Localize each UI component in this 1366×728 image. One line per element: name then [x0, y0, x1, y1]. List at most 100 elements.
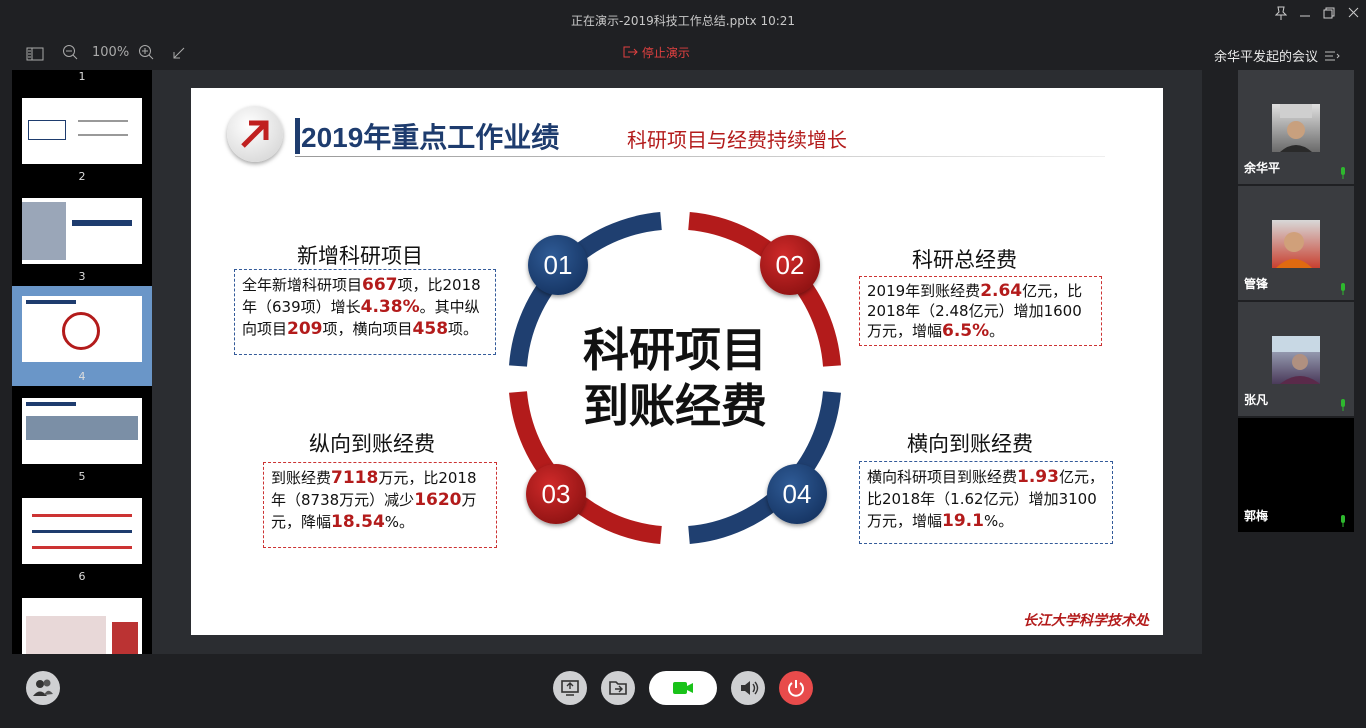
- highlight-value: 7118: [331, 468, 379, 488]
- text: 横向科研项目到账经费: [867, 468, 1018, 486]
- highlight-value: 4.38%: [360, 297, 420, 317]
- stop-presenting-label: 停止演示: [641, 46, 690, 60]
- arrow-logo-icon: [227, 106, 283, 162]
- slide-thumbnail-5[interactable]: [22, 398, 142, 464]
- slide-number: 2: [78, 170, 86, 183]
- center-line-2: 到账经费: [583, 379, 767, 433]
- badge-02: 02: [760, 235, 820, 295]
- highlight-value: 18.54: [331, 512, 385, 532]
- pin-icon[interactable]: [1270, 6, 1292, 20]
- mic-icon: [1340, 512, 1346, 527]
- highlight-value: 1.93: [1017, 467, 1059, 487]
- stop-presenting-button[interactable]: 停止演示: [622, 44, 690, 62]
- close-icon[interactable]: [1342, 6, 1364, 20]
- item-box-3: 到账经费7118万元，比2018年（8738万元）减少1620万元，降幅18.5…: [263, 462, 497, 548]
- slide-thumbnail-6[interactable]: [22, 498, 142, 564]
- slide-number: 1: [78, 70, 86, 83]
- slide-title: 2019年重点工作业绩: [301, 122, 560, 153]
- slide-footer: 长江大学科学技术处: [1023, 613, 1149, 629]
- section-title-1: 新增科研项目: [297, 244, 423, 268]
- current-slide: 2019年重点工作业绩 科研项目与经费持续增长 科研项目 到账经费 01 02 …: [191, 88, 1163, 635]
- mic-icon: [1340, 164, 1346, 179]
- text: 项。: [448, 320, 479, 338]
- slide-number: 5: [78, 470, 86, 483]
- zoom-level: 100%: [92, 45, 130, 60]
- avatar: [1272, 104, 1320, 152]
- slide-thumbnail-2[interactable]: [22, 98, 142, 164]
- participant-card[interactable]: 余华平: [1238, 70, 1354, 184]
- end-meeting-button[interactable]: [779, 671, 813, 705]
- fit-icon[interactable]: [172, 45, 186, 64]
- highlight-value: 667: [362, 275, 398, 295]
- slide-thumbnail-4[interactable]: [22, 296, 142, 362]
- highlight-value: 458: [412, 319, 449, 339]
- highlight-value: 1620: [414, 490, 462, 510]
- slide-number: 3: [78, 270, 86, 283]
- participant-card[interactable]: 管锋: [1238, 186, 1354, 300]
- speaker-icon: [741, 681, 759, 695]
- text: 全年新增科研项目: [242, 276, 363, 294]
- participant-name: 张凡: [1244, 393, 1269, 407]
- speaker-button[interactable]: [731, 671, 765, 705]
- highlight-value: 6.5%: [942, 321, 990, 341]
- slide-thumbnail-3[interactable]: [22, 198, 142, 264]
- video-toggle-button[interactable]: [649, 671, 717, 705]
- participant-name: 郭梅: [1244, 509, 1269, 523]
- video-camera-icon: [673, 682, 693, 694]
- participant-name: 余华平: [1244, 161, 1281, 175]
- avatar: [1272, 220, 1320, 268]
- slide-subtitle: 科研项目与经费持续增长: [627, 128, 847, 152]
- badge-01: 01: [528, 235, 588, 295]
- mic-icon: [1340, 280, 1346, 295]
- item-box-2: 2019年到账经费2.64亿元，比2018年（2.48亿元）增加1600万元，增…: [859, 276, 1102, 346]
- exit-icon: [622, 45, 638, 62]
- section-title-3: 纵向到账经费: [309, 432, 435, 456]
- badge-04: 04: [767, 464, 827, 524]
- power-icon: [788, 680, 804, 697]
- section-title-2: 科研总经费: [912, 248, 1017, 272]
- people-icon: [33, 679, 53, 696]
- center-line-1: 科研项目: [583, 323, 767, 377]
- slide-number: 6: [78, 570, 86, 583]
- toolbar: 100%: [0, 40, 1200, 66]
- minimize-icon[interactable]: [1294, 6, 1316, 20]
- section-title-4: 横向到账经费: [907, 432, 1033, 456]
- meeting-title-text: 余华平发起的会议: [1214, 50, 1319, 65]
- highlight-value: 2.64: [980, 281, 1023, 301]
- text: 2019年到账经费: [867, 282, 981, 300]
- share-screen-button[interactable]: [553, 671, 587, 705]
- share-file-button[interactable]: [601, 671, 635, 705]
- window-title: 正在演示-2019科技工作总结.pptx 10:21: [570, 14, 796, 28]
- text: 到账经费: [271, 469, 332, 487]
- zoom-in-icon[interactable]: [138, 44, 154, 64]
- sidebar-toggle-icon[interactable]: [26, 46, 44, 65]
- list-icon: [1324, 50, 1340, 66]
- text: 项，横向项目: [322, 320, 413, 338]
- participants-button[interactable]: [26, 671, 60, 705]
- slide-thumbnail-7[interactable]: [22, 598, 142, 654]
- screen-share-icon: [561, 680, 579, 696]
- avatar: [1272, 336, 1320, 384]
- title-bar: 正在演示-2019科技工作总结.pptx 10:21: [0, 0, 1366, 40]
- folder-share-icon: [609, 681, 627, 695]
- restore-icon[interactable]: [1318, 6, 1340, 20]
- slide-thumbnail-panel[interactable]: 1 2 3 4 5 6: [12, 70, 152, 654]
- slide-number: 4: [78, 370, 86, 383]
- highlight-value: 209: [287, 319, 323, 339]
- participant-card[interactable]: 郭梅: [1238, 418, 1354, 532]
- meeting-title[interactable]: 余华平发起的会议: [1214, 46, 1340, 66]
- text: 。: [989, 322, 1005, 340]
- center-text: 科研项目 到账经费: [575, 322, 775, 434]
- participant-card[interactable]: 张凡: [1238, 302, 1354, 416]
- participant-name: 管锋: [1244, 277, 1269, 291]
- highlight-value: 19.1: [942, 511, 984, 531]
- text: %。: [384, 513, 415, 531]
- item-box-1: 全年新增科研项目667项，比2018年（639项）增长4.38%。其中纵向项目2…: [234, 269, 496, 355]
- badge-03: 03: [526, 464, 586, 524]
- zoom-out-icon[interactable]: [62, 44, 78, 64]
- text: %。: [983, 512, 1014, 530]
- mic-icon: [1340, 396, 1346, 411]
- item-box-4: 横向科研项目到账经费1.93亿元，比2018年（1.62亿元）增加3100万元，…: [859, 461, 1113, 544]
- title-divider: [295, 118, 300, 154]
- title-underline: [295, 156, 1105, 157]
